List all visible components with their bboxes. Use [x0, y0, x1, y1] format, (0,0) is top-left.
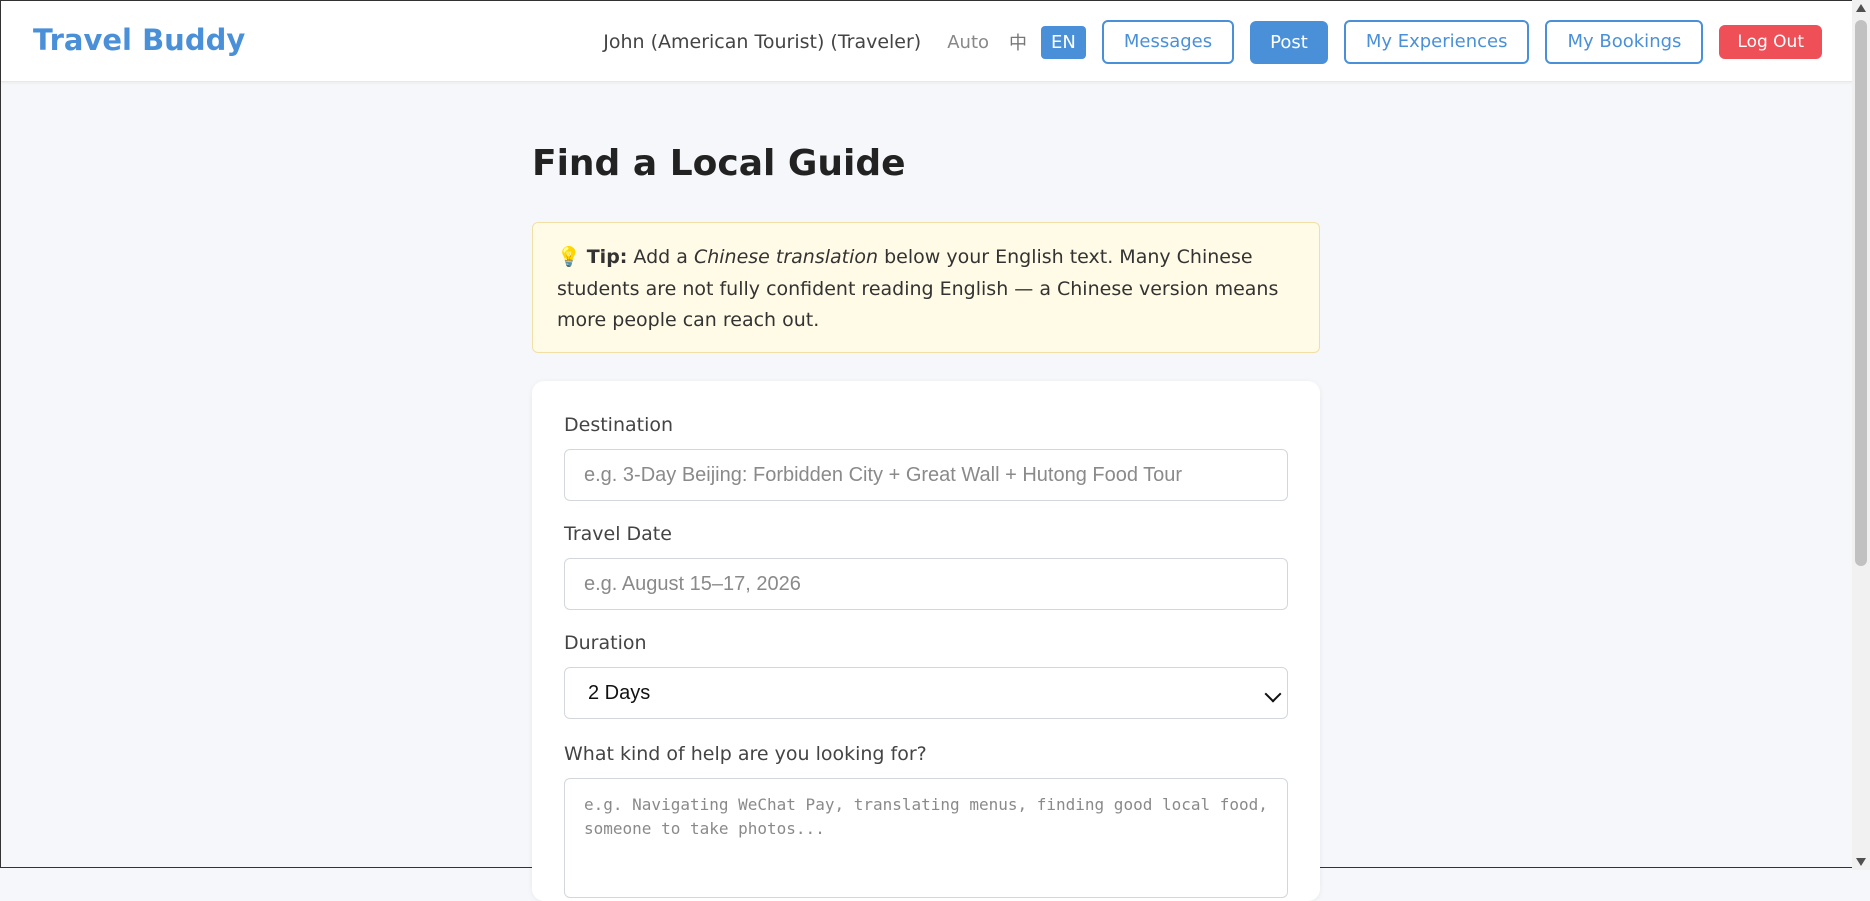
- guide-request-form: Destination Travel Date Duration 2 Days …: [532, 381, 1320, 901]
- my-bookings-button[interactable]: My Bookings: [1545, 20, 1704, 64]
- page-scrollbar[interactable]: [1852, 0, 1870, 870]
- help-type-textarea[interactable]: [564, 778, 1288, 898]
- tip-emphasis: Chinese translation: [693, 246, 879, 268]
- logout-button[interactable]: Log Out: [1719, 25, 1822, 59]
- lightbulb-icon: 💡: [557, 246, 581, 268]
- travel-date-label: Travel Date: [564, 523, 672, 545]
- language-auto-option[interactable]: Auto: [947, 32, 989, 53]
- travel-date-input[interactable]: [564, 558, 1288, 610]
- tip-banner: 💡 Tip: Add a Chinese translation below y…: [532, 222, 1320, 353]
- my-experiences-button[interactable]: My Experiences: [1343, 20, 1530, 64]
- duration-select[interactable]: 2 Days: [564, 667, 1288, 719]
- current-user-label: John (American Tourist) (Traveler): [603, 31, 922, 53]
- tip-text-before: Add a: [627, 246, 694, 268]
- language-en-option[interactable]: EN: [1041, 25, 1086, 59]
- duration-label: Duration: [564, 632, 647, 654]
- help-type-label: What kind of help are you looking for?: [564, 743, 927, 765]
- page-title: Find a Local Guide: [532, 143, 906, 184]
- scroll-down-arrow-icon[interactable]: [1856, 858, 1866, 866]
- top-nav-bar: Travel Buddy John (American Tourist) (Tr…: [1, 1, 1852, 82]
- destination-input[interactable]: [564, 449, 1288, 501]
- scrollbar-thumb[interactable]: [1855, 20, 1867, 566]
- nav-actions: John (American Tourist) (Traveler) Auto …: [603, 20, 1822, 64]
- post-button[interactable]: Post: [1250, 20, 1328, 64]
- destination-label: Destination: [564, 414, 674, 436]
- language-zh-option[interactable]: 中: [1009, 29, 1027, 55]
- messages-button[interactable]: Messages: [1101, 20, 1235, 64]
- tip-label: Tip:: [586, 246, 628, 268]
- brand-logo[interactable]: Travel Buddy: [33, 23, 245, 57]
- scroll-up-arrow-icon[interactable]: [1856, 4, 1866, 12]
